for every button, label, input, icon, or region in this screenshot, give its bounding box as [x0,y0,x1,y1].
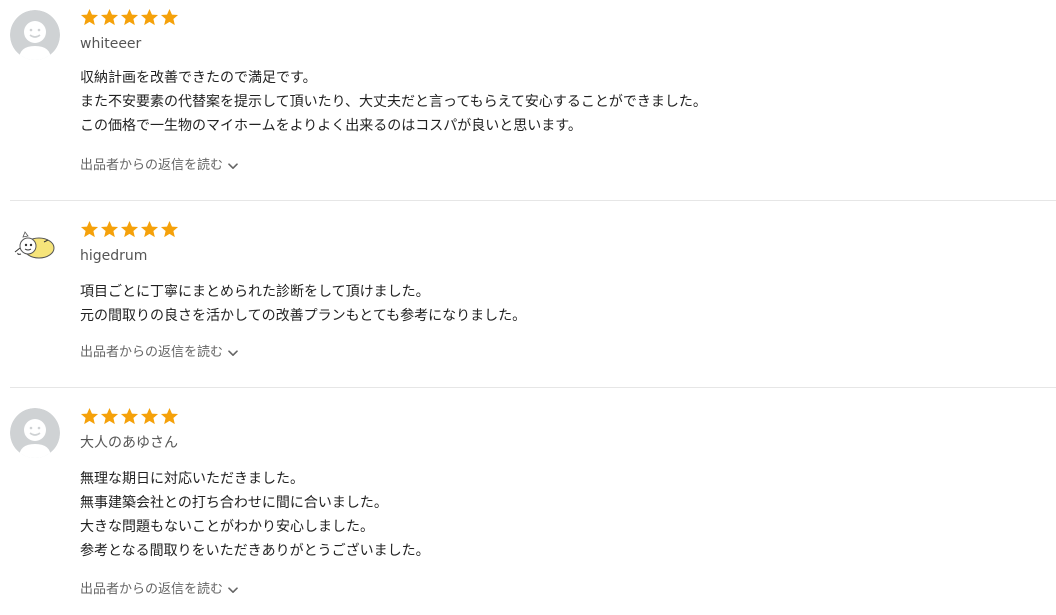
star-rating [80,407,179,427]
star-rating [80,8,179,28]
star-icon [80,407,99,425]
review-username[interactable]: 大人のあゆさん [80,434,178,452]
review-body: 収納計画を改善できたので満足です。 また不安要素の代替案を提示して頂いたり、大丈… [80,66,707,138]
review-body: 項目ごとに丁寧にまとめられた診断をして頂けました。 元の間取りの良さを活かしての… [80,280,526,328]
star-icon [160,8,179,26]
star-icon [140,8,159,26]
review-line: 無理な期日に対応いただきました。 [80,471,304,487]
yellow-character-icon[interactable] [10,221,60,271]
chevron-down-icon [228,162,238,169]
review-line: また不安要素の代替案を提示して頂いたり、大丈夫だと言ってもらえて安心することがで… [80,94,707,110]
star-icon [160,407,179,425]
review-line: この価格で一生物のマイホームをよりよく出来るのはコスパが良いと思います。 [80,118,582,134]
star-icon [120,220,139,238]
chevron-down-icon [228,349,238,356]
review-line: 元の間取りの良さを活かしての改善プランもとても参考になりました。 [80,308,527,324]
review-divider [10,387,1056,388]
star-rating [80,220,179,240]
star-icon [80,220,99,238]
star-icon [100,8,119,26]
chevron-down-icon [228,586,238,593]
star-icon [120,8,139,26]
star-icon [100,407,119,425]
review-divider [10,200,1056,201]
review-username[interactable]: higedrum [80,247,147,265]
star-icon [160,220,179,238]
read-seller-reply-link[interactable]: 出品者からの返信を読む [80,581,238,599]
review-username[interactable]: whiteeer [80,35,141,53]
read-seller-reply-label: 出品者からの返信を読む [80,345,224,360]
review-line: 収納計画を改善できたので満足です。 [80,70,317,86]
default-user-icon[interactable] [10,10,60,60]
review-body: 無理な期日に対応いただきました。 無事建築会社との打ち合わせに間に合いました。 … [80,467,430,563]
review-line: 参考となる間取りをいただきありがとうございました。 [80,543,430,559]
review-line: 大きな問題もないことがわかり安心しました。 [80,519,374,535]
read-seller-reply-label: 出品者からの返信を読む [80,582,224,597]
star-icon [140,407,159,425]
review-line: 項目ごとに丁寧にまとめられた診断をして頂けました。 [80,284,430,300]
read-seller-reply-link[interactable]: 出品者からの返信を読む [80,157,238,175]
star-icon [120,407,139,425]
star-icon [140,220,159,238]
read-seller-reply-link[interactable]: 出品者からの返信を読む [80,344,238,362]
review-line: 無事建築会社との打ち合わせに間に合いました。 [80,495,388,511]
star-icon [100,220,119,238]
default-user-icon[interactable] [10,408,60,458]
read-seller-reply-label: 出品者からの返信を読む [80,158,224,173]
star-icon [80,8,99,26]
